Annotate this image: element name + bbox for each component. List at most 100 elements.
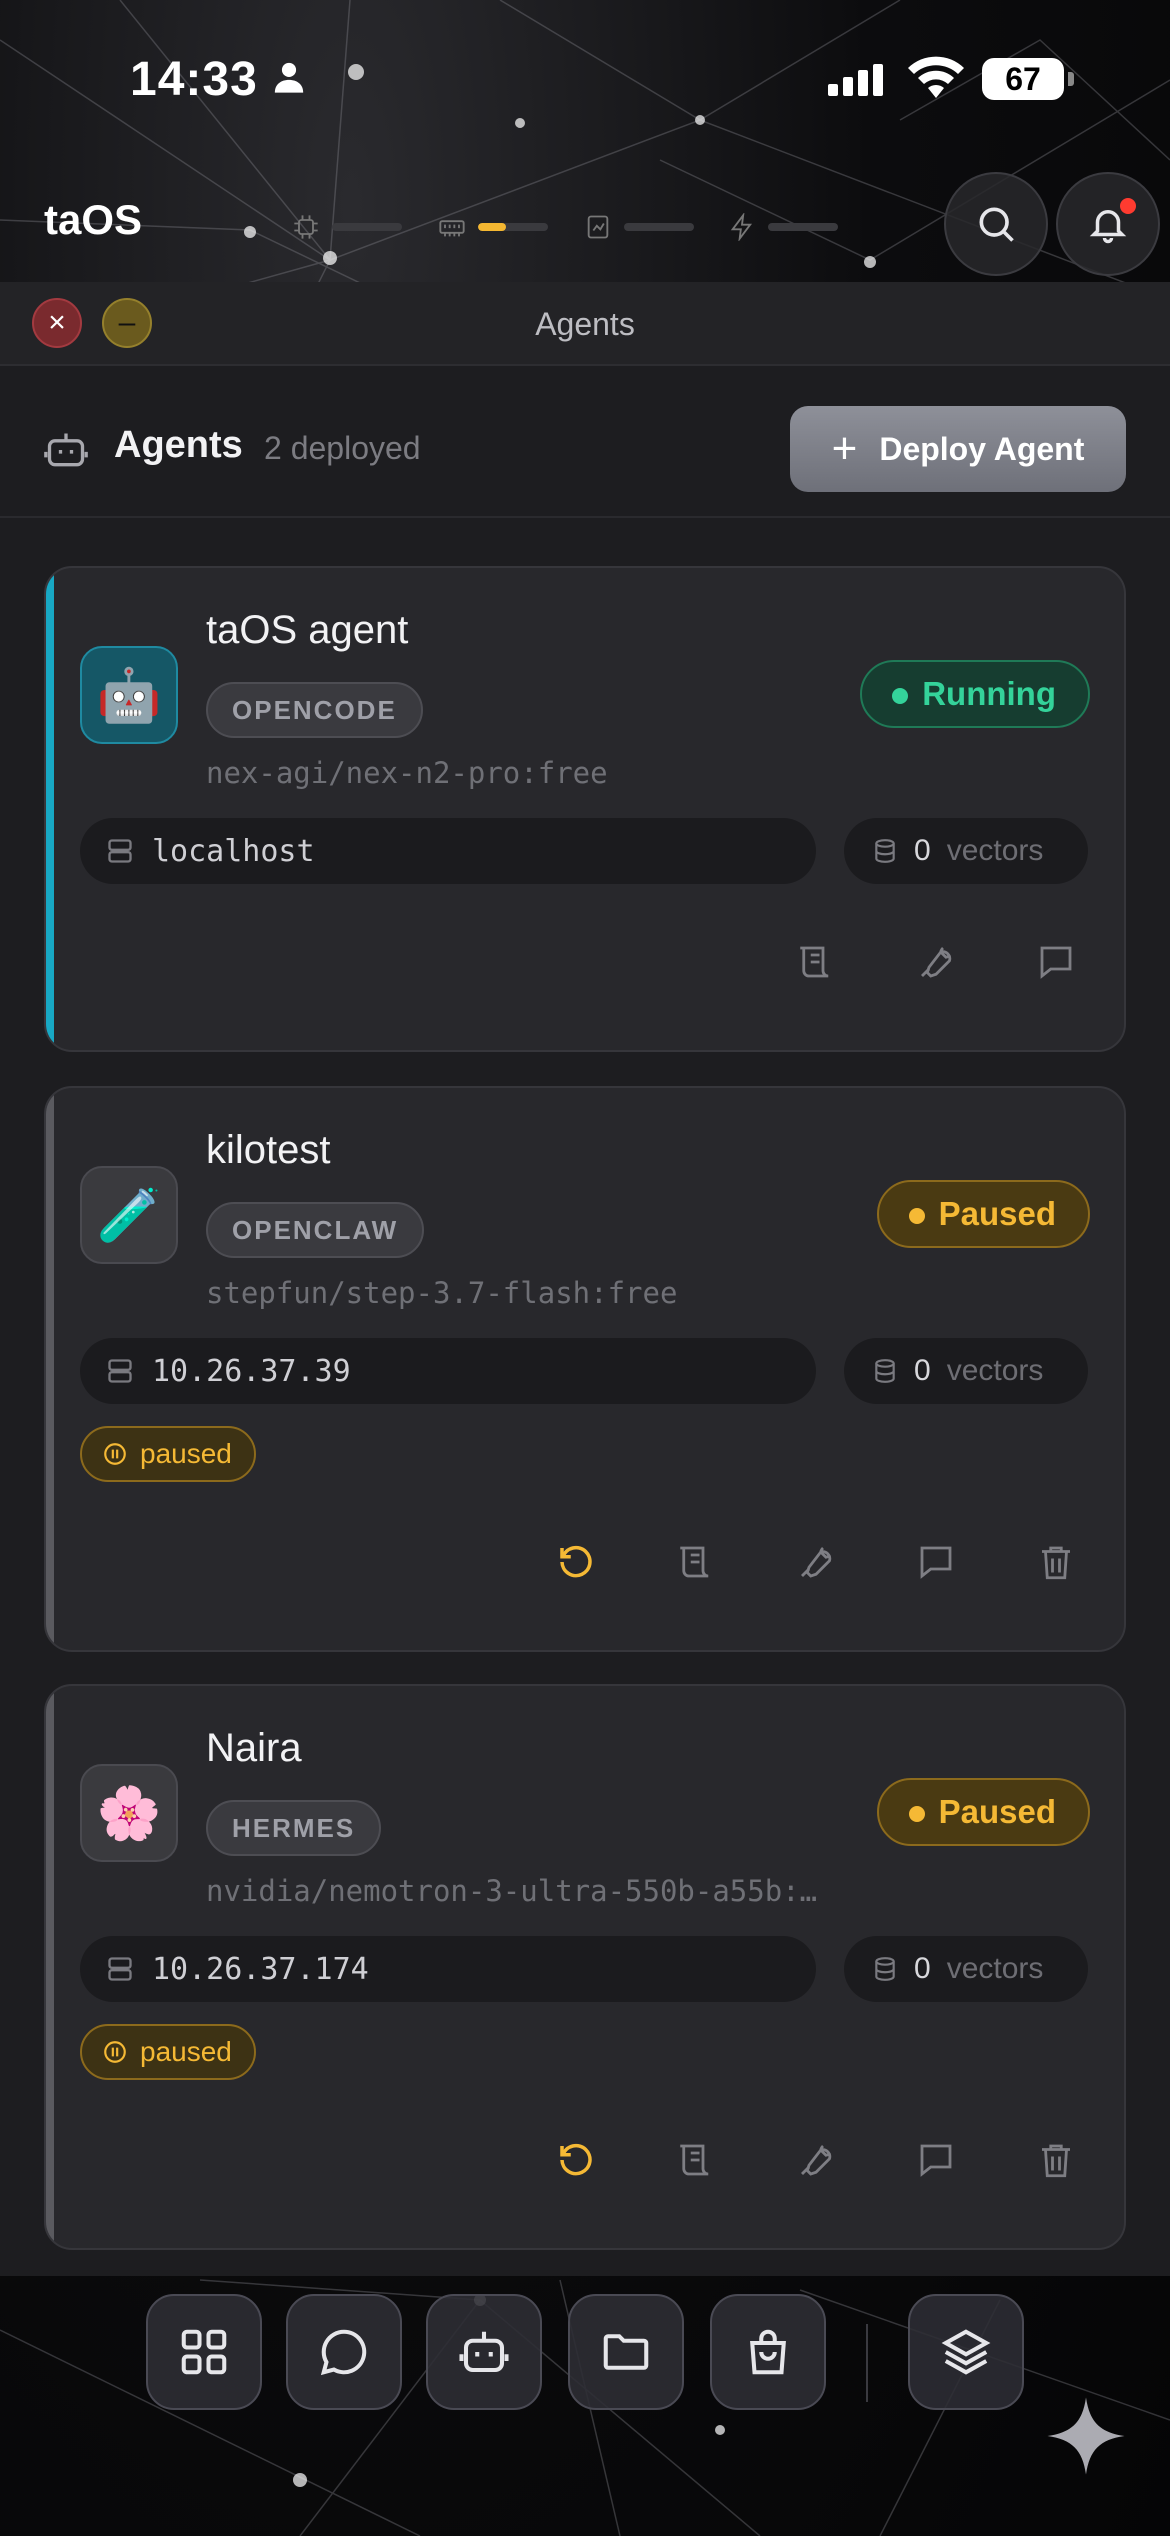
robot-icon: [44, 433, 88, 467]
status-label: Paused: [938, 1195, 1056, 1232]
vectors-label: vectors: [946, 834, 1044, 867]
power-meter: [728, 212, 838, 242]
card-accent: [46, 1686, 54, 2248]
resume-button[interactable]: [546, 1532, 606, 1592]
configure-button[interactable]: [786, 2130, 846, 2190]
apps-grid-icon: [181, 2329, 227, 2375]
status-dot: [892, 688, 909, 704]
logs-button[interactable]: [666, 1532, 726, 1592]
paused-tag: paused: [80, 2024, 256, 2080]
dock-layers-button[interactable]: [908, 2294, 1024, 2410]
notification-dot: [1120, 198, 1136, 214]
framework-badge: HERMES: [206, 1800, 382, 1856]
chat-button[interactable]: [1026, 932, 1086, 992]
paused-tag-label: paused: [140, 1438, 232, 1469]
scroll-icon: [800, 946, 829, 978]
deployed-count: 2 deployed: [264, 430, 421, 466]
memory-meter: [438, 212, 548, 242]
brand-title: taOS: [44, 196, 143, 243]
message-icon: [920, 2144, 952, 2177]
wrench-icon: [801, 1546, 832, 1578]
status-badge: Running: [860, 660, 1090, 728]
paused-tag-label: paused: [140, 2036, 232, 2067]
sparkle-icon[interactable]: [1044, 2394, 1128, 2478]
agent-name: taOS agent: [206, 608, 409, 652]
status-dot: [908, 1806, 925, 1822]
resume-button[interactable]: [546, 2130, 606, 2190]
pause-circle-icon: [104, 2041, 126, 2063]
wifi-icon: [908, 56, 964, 98]
dock-store-button[interactable]: [710, 2294, 826, 2410]
search-button[interactable]: [944, 172, 1048, 276]
configure-button[interactable]: [906, 932, 966, 992]
chat-icon: [320, 2329, 367, 2376]
agent-model: stepfun/step-3.7-flash:free: [206, 1276, 678, 1310]
page-title: Agents: [114, 424, 243, 466]
vectors-count: 0: [914, 1354, 931, 1387]
chat-button[interactable]: [906, 2130, 966, 2190]
server-icon: [108, 839, 132, 863]
dock-apps-button[interactable]: [146, 2294, 262, 2410]
agent-avatar: 🧪: [80, 1166, 178, 1264]
wrench-icon: [801, 2144, 832, 2176]
message-icon: [1040, 946, 1072, 979]
power-icon: [730, 213, 753, 241]
clock: 14:33: [130, 53, 258, 106]
vectors-field: 0 vectors: [844, 818, 1088, 884]
agent-actions: [786, 932, 1086, 992]
plus-icon: +: [831, 424, 858, 473]
folder-icon: [603, 2334, 649, 2370]
search-icon: [979, 207, 1014, 242]
deploy-agent-button[interactable]: + Deploy Agent: [790, 406, 1126, 492]
framework-badge: OPENCODE: [206, 682, 423, 738]
logs-button[interactable]: [786, 932, 846, 992]
agent-card[interactable]: 🧪 kilotest OPENCLAW stepfun/step-3.7-fla…: [44, 1086, 1126, 1652]
delete-button[interactable]: [1026, 2130, 1086, 2190]
agent-card[interactable]: 🤖 taOS agent OPENCODE nex-agi/nex-n2-pro…: [44, 566, 1126, 1052]
agent-card[interactable]: 🌸 Naira HERMES nvidia/nemotron-3-ultra-5…: [44, 1684, 1126, 2250]
top-bar: taOS: [0, 170, 1170, 280]
logs-button[interactable]: [666, 2130, 726, 2190]
server-icon: [108, 1957, 132, 1981]
card-accent: [46, 568, 54, 1050]
dock-agents-button[interactable]: [426, 2294, 542, 2410]
trash-icon: [1042, 1546, 1070, 1580]
agent-name: Naira: [206, 1726, 302, 1770]
status-label: Running: [922, 675, 1056, 712]
notifications-button[interactable]: [1056, 172, 1160, 276]
status-dot: [908, 1208, 925, 1224]
vectors-count: 0: [914, 1952, 931, 1985]
host-value: 10.26.37.174: [152, 1951, 369, 1987]
dock-chat-button[interactable]: [286, 2294, 402, 2410]
vectors-field: 0 vectors: [844, 1338, 1088, 1404]
host-value: localhost: [152, 833, 315, 869]
vectors-field: 0 vectors: [844, 1936, 1088, 2002]
delete-button[interactable]: [1026, 1532, 1086, 1592]
agent-model: nex-agi/nex-n2-pro:free: [206, 756, 608, 790]
server-icon: [108, 1359, 132, 1383]
agents-window: × – Agents Agents 2 deployed + Deploy Ag…: [0, 282, 1170, 2276]
restart-icon: [560, 1545, 592, 1578]
vectors-label: vectors: [946, 1952, 1044, 1985]
chat-button[interactable]: [906, 1532, 966, 1592]
status-badge: Paused: [876, 1778, 1090, 1846]
configure-button[interactable]: [786, 1532, 846, 1592]
agent-actions: [546, 1532, 1086, 1592]
scroll-icon: [680, 1546, 709, 1578]
vectors-count: 0: [914, 834, 931, 867]
restart-icon: [560, 2143, 592, 2176]
trash-icon: [1042, 2144, 1070, 2178]
host-value: 10.26.37.39: [152, 1353, 351, 1389]
host-field: 10.26.37.39: [80, 1338, 816, 1404]
host-field: 10.26.37.174: [80, 1936, 816, 2002]
dock-files-button[interactable]: [568, 2294, 684, 2410]
status-bar: 14:33 67: [0, 0, 1170, 160]
dock: [0, 2276, 1170, 2536]
memory-icon: [439, 220, 465, 237]
storage-icon: [587, 215, 609, 239]
pause-circle-icon: [104, 1443, 126, 1465]
agents-icon: [459, 2331, 509, 2373]
database-icon: [875, 1957, 895, 1981]
agent-actions: [546, 2130, 1086, 2190]
message-icon: [920, 1546, 952, 1579]
